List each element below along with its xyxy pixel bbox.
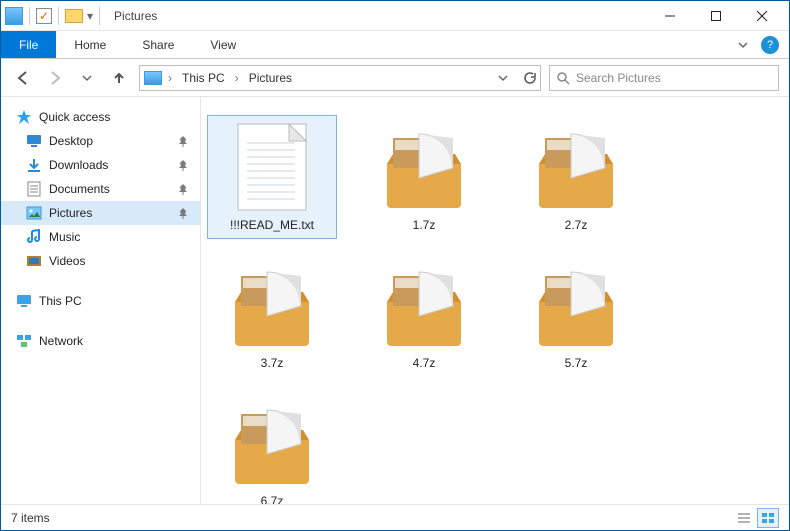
pc-icon bbox=[15, 293, 33, 309]
nav-this-pc-label: This PC bbox=[39, 294, 82, 308]
pin-icon bbox=[178, 207, 190, 219]
nav-item-label: Pictures bbox=[49, 206, 92, 220]
pictures-icon bbox=[25, 205, 43, 221]
file-item[interactable]: !!!READ_ME.txt bbox=[207, 115, 337, 239]
file-item[interactable]: 4.7z bbox=[359, 253, 489, 377]
help-icon[interactable]: ? bbox=[761, 36, 779, 54]
nav-item-pictures[interactable]: Pictures bbox=[1, 201, 200, 225]
content-pane[interactable]: !!!READ_ME.txt 1.7z 2.7z 3.7z 4.7z 5.7z 6.7z bbox=[201, 97, 789, 504]
item-count: 7 items bbox=[11, 511, 50, 525]
file-name: 2.7z bbox=[565, 218, 588, 232]
music-icon bbox=[25, 229, 43, 245]
archive-file-icon bbox=[227, 398, 317, 488]
search-box[interactable]: Search Pictures bbox=[549, 65, 779, 91]
quick-access-toolbar: ✓ ▾ bbox=[5, 7, 104, 25]
documents-icon bbox=[25, 181, 43, 197]
address-bar[interactable]: › This PC › Pictures bbox=[139, 65, 541, 91]
tab-home[interactable]: Home bbox=[56, 31, 124, 58]
archive-file-icon bbox=[227, 260, 317, 350]
location-icon bbox=[144, 71, 162, 85]
file-name: 3.7z bbox=[261, 356, 284, 370]
properties-toggle[interactable]: ✓ bbox=[36, 8, 52, 24]
ribbon-expand-icon[interactable] bbox=[737, 39, 749, 51]
downloads-icon bbox=[25, 157, 43, 173]
app-icon bbox=[5, 7, 23, 25]
navigation-pane: Quick access Desktop Downloads Documents Pi… bbox=[1, 97, 201, 504]
nav-item-label: Documents bbox=[49, 182, 110, 196]
window-title: Pictures bbox=[114, 9, 157, 23]
refresh-button[interactable] bbox=[522, 71, 536, 85]
nav-item-documents[interactable]: Documents bbox=[1, 177, 200, 201]
details-view-button[interactable] bbox=[733, 508, 755, 528]
nav-item-downloads[interactable]: Downloads bbox=[1, 153, 200, 177]
ribbon: File Home Share View ? bbox=[1, 31, 789, 59]
status-bar: 7 items bbox=[1, 504, 789, 530]
breadcrumb-this-pc[interactable]: This PC bbox=[178, 71, 229, 85]
nav-item-label: Music bbox=[49, 230, 80, 244]
file-item[interactable]: 2.7z bbox=[511, 115, 641, 239]
file-name: !!!READ_ME.txt bbox=[230, 218, 314, 232]
separator bbox=[58, 7, 59, 25]
nav-item-label: Downloads bbox=[49, 158, 108, 172]
new-folder-button[interactable] bbox=[65, 9, 83, 23]
nav-item-desktop[interactable]: Desktop bbox=[1, 129, 200, 153]
chevron-right-icon[interactable]: › bbox=[235, 71, 239, 85]
navigation-bar: › This PC › Pictures Search Pictures bbox=[1, 59, 789, 97]
qat-dropdown[interactable]: ▾ bbox=[87, 9, 93, 23]
file-menu[interactable]: File bbox=[1, 31, 56, 58]
titlebar: ✓ ▾ Pictures bbox=[1, 1, 789, 31]
separator bbox=[29, 7, 30, 25]
tab-share[interactable]: Share bbox=[124, 31, 192, 58]
text-file-icon bbox=[227, 122, 317, 212]
search-icon bbox=[556, 71, 570, 85]
file-name: 5.7z bbox=[565, 356, 588, 370]
file-item[interactable]: 1.7z bbox=[359, 115, 489, 239]
archive-file-icon bbox=[531, 260, 621, 350]
nav-this-pc[interactable]: This PC bbox=[1, 289, 200, 313]
forward-button[interactable] bbox=[43, 66, 67, 90]
nav-network-label: Network bbox=[39, 334, 83, 348]
nav-network[interactable]: Network bbox=[1, 329, 200, 353]
chevron-right-icon[interactable]: › bbox=[168, 71, 172, 85]
back-button[interactable] bbox=[11, 66, 35, 90]
search-placeholder: Search Pictures bbox=[576, 71, 661, 85]
star-icon bbox=[15, 109, 33, 125]
nav-item-label: Videos bbox=[49, 254, 85, 268]
file-name: 4.7z bbox=[413, 356, 436, 370]
nav-item-videos[interactable]: Videos bbox=[1, 249, 200, 273]
icons-view-button[interactable] bbox=[757, 508, 779, 528]
tab-view[interactable]: View bbox=[192, 31, 254, 58]
archive-file-icon bbox=[379, 260, 469, 350]
separator bbox=[99, 7, 100, 25]
archive-file-icon bbox=[531, 122, 621, 212]
nav-item-music[interactable]: Music bbox=[1, 225, 200, 249]
nav-item-label: Desktop bbox=[49, 134, 93, 148]
minimize-button[interactable] bbox=[647, 1, 693, 31]
close-button[interactable] bbox=[739, 1, 785, 31]
file-name: 6.7z bbox=[261, 494, 284, 504]
pin-icon bbox=[178, 159, 190, 171]
videos-icon bbox=[25, 253, 43, 269]
archive-file-icon bbox=[379, 122, 469, 212]
address-dropdown-icon[interactable] bbox=[498, 73, 508, 83]
up-button[interactable] bbox=[107, 66, 131, 90]
nav-quick-access-label: Quick access bbox=[39, 110, 110, 124]
desktop-icon bbox=[25, 133, 43, 149]
maximize-button[interactable] bbox=[693, 1, 739, 31]
file-item[interactable]: 5.7z bbox=[511, 253, 641, 377]
breadcrumb-current[interactable]: Pictures bbox=[245, 71, 296, 85]
pin-icon bbox=[178, 183, 190, 195]
file-item[interactable]: 3.7z bbox=[207, 253, 337, 377]
nav-quick-access[interactable]: Quick access bbox=[1, 105, 200, 129]
pin-icon bbox=[178, 135, 190, 147]
network-icon bbox=[15, 333, 33, 349]
file-item[interactable]: 6.7z bbox=[207, 391, 337, 504]
file-name: 1.7z bbox=[413, 218, 436, 232]
recent-dropdown[interactable] bbox=[75, 66, 99, 90]
